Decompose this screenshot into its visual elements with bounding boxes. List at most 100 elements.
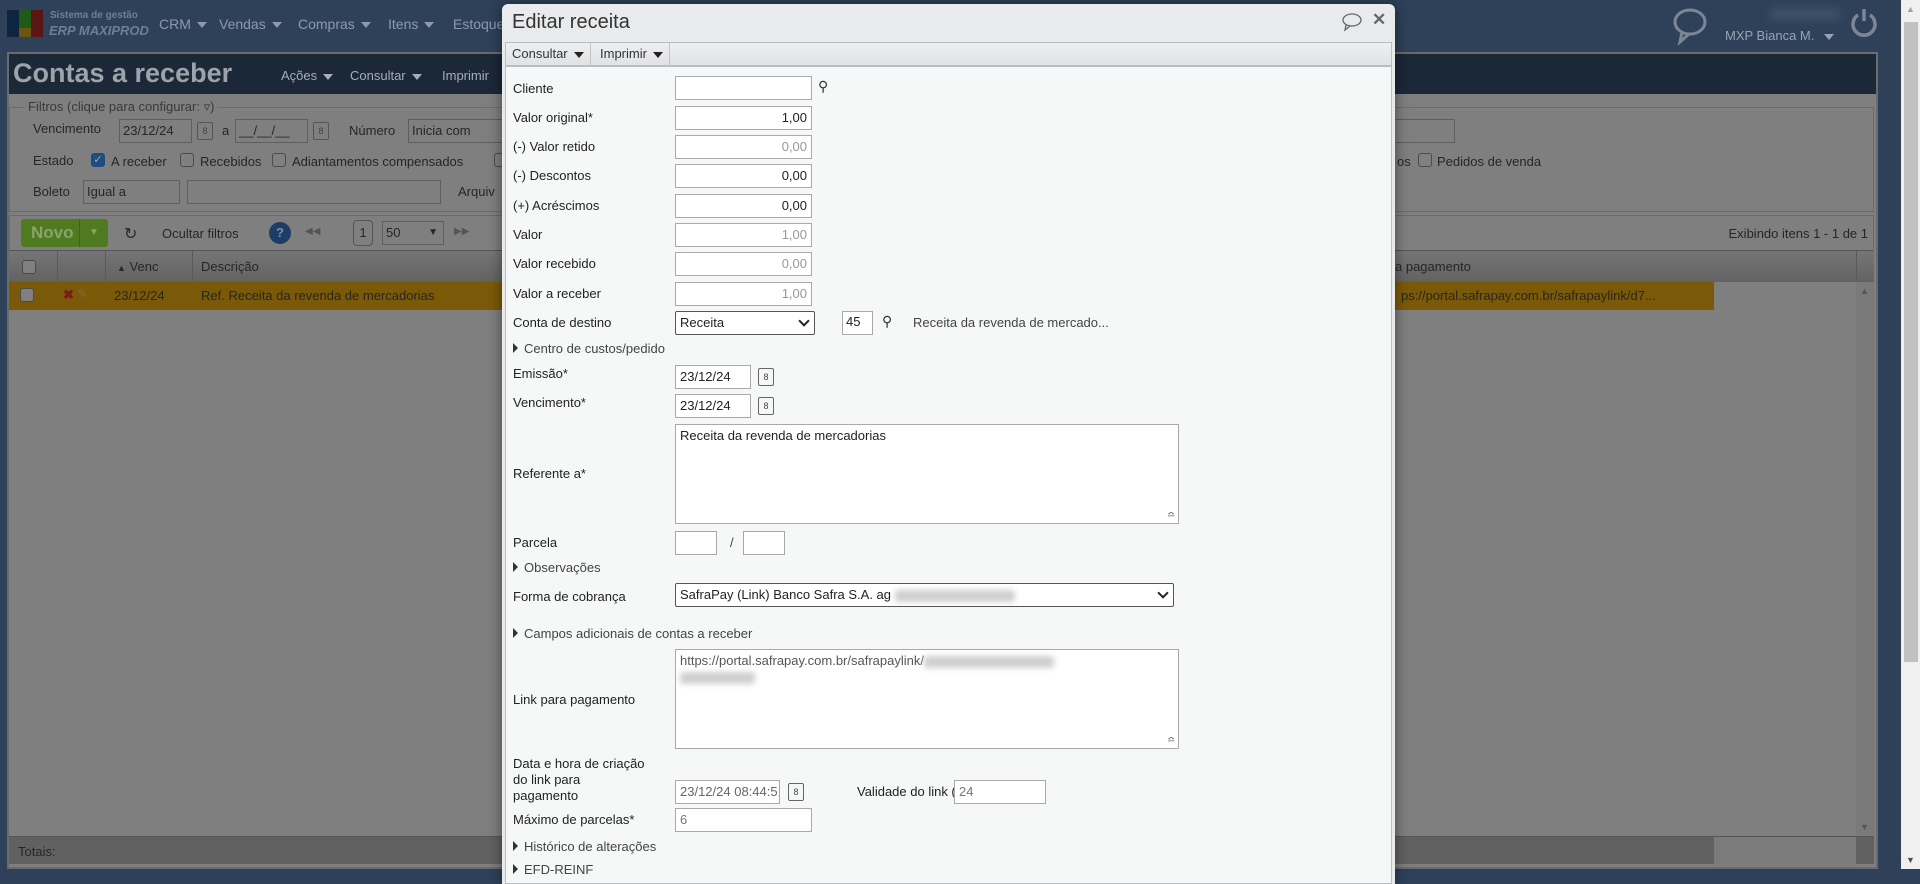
nav-crm[interactable]: CRM xyxy=(159,16,207,32)
valor-retido-input[interactable]: 0,00 xyxy=(675,135,812,159)
conta-codigo-input[interactable]: 45 xyxy=(842,311,873,335)
emissao-input[interactable]: 23/12/24 xyxy=(675,365,751,389)
nav-label: CRM xyxy=(159,16,191,32)
col-divider xyxy=(1856,251,1857,283)
novo-button[interactable]: Novo ▼ xyxy=(21,219,108,247)
parcela-numero-input[interactable] xyxy=(675,531,717,555)
select-value: SafraPay (Link) Banco Safra S.A. ag xyxy=(680,587,891,602)
to-label: a xyxy=(222,123,230,138)
estado-label: Estado xyxy=(33,153,74,168)
page-title: Contas a receber xyxy=(13,58,233,88)
help-icon[interactable]: ? xyxy=(269,222,291,244)
boleto-input[interactable] xyxy=(187,180,441,204)
boleto-operator-select[interactable]: Igual a xyxy=(83,180,180,204)
valor-input[interactable]: 1,00 xyxy=(675,223,812,247)
calendar-icon[interactable]: 8 xyxy=(758,397,774,415)
scroll-up-icon[interactable]: ▲ xyxy=(1906,4,1915,14)
logo-mark xyxy=(19,10,31,28)
nav-label: Estoque xyxy=(453,16,505,32)
search-icon[interactable]: ⚲ xyxy=(882,313,892,330)
centro-custos-section[interactable]: Centro de custos/pedido xyxy=(513,341,665,356)
calendar-icon[interactable]: 8 xyxy=(197,122,213,140)
valor-label: Valor xyxy=(513,227,543,242)
vencimento-input[interactable]: 23/12/24 xyxy=(675,394,751,418)
parcela-total-input[interactable] xyxy=(743,531,785,555)
edit-pencil-icon[interactable]: ✎ xyxy=(77,286,88,302)
vencimento-from-input[interactable]: 23/12/24 xyxy=(119,119,192,143)
checkbox-recebidos[interactable] xyxy=(180,153,194,167)
page-number[interactable]: 1 xyxy=(353,220,373,246)
first-page-icon[interactable]: ◀◀ xyxy=(305,226,320,237)
col-descricao[interactable]: Descrição xyxy=(201,259,259,274)
imprimir-menu[interactable]: Imprimir xyxy=(594,43,670,65)
observacoes-section[interactable]: Observações xyxy=(513,560,601,575)
acrescimos-input[interactable]: 0,00 xyxy=(675,194,812,218)
user-menu[interactable]: MXP Bianca M. xyxy=(1725,28,1835,43)
scroll-up-icon[interactable]: ▲ xyxy=(1860,286,1869,296)
power-icon[interactable] xyxy=(1850,7,1878,37)
valor-recebido-input[interactable]: 0,00 xyxy=(675,252,812,276)
campos-adicionais-section[interactable]: Campos adicionais de contas a receber xyxy=(513,626,752,641)
vencimento-to-input[interactable]: __/__/__ xyxy=(235,119,308,143)
cliente-input[interactable] xyxy=(675,76,812,100)
calendar-icon[interactable]: 8 xyxy=(758,368,774,386)
checkbox-a-receber[interactable]: ✓ xyxy=(91,153,105,167)
conta-destino-select[interactable]: Receita xyxy=(675,311,815,335)
search-icon[interactable]: ⚲ xyxy=(818,78,828,95)
efd-reinf-section[interactable]: EFD-REINF xyxy=(513,862,593,877)
menu-label: Ações xyxy=(281,68,318,83)
col-venc[interactable]: ▲ Venc xyxy=(117,259,158,274)
logo[interactable]: Sistema de gestão ERP MAXIPROD xyxy=(7,10,149,40)
refresh-icon[interactable]: ↻ xyxy=(124,224,137,244)
valor-original-input[interactable]: 1,00 xyxy=(675,106,812,130)
select-all-checkbox[interactable] xyxy=(22,260,36,274)
comment-icon[interactable] xyxy=(1341,12,1363,32)
scrollbar-thumb[interactable] xyxy=(1904,22,1918,662)
checkbox-adiantamentos[interactable] xyxy=(272,153,286,167)
resize-handle-icon[interactable]: ≏ xyxy=(1167,510,1175,521)
delete-icon[interactable]: ✖ xyxy=(63,287,74,303)
scroll-down-icon[interactable]: ▼ xyxy=(1906,855,1915,865)
data-criacao-input[interactable]: 23/12/24 08:44:51 xyxy=(675,780,780,804)
resize-handle-icon[interactable]: ≏ xyxy=(1167,735,1175,746)
filters-legend[interactable]: Filtros (clique para configurar: ▿) xyxy=(25,99,218,115)
novo-dropdown-arrow[interactable]: ▼ xyxy=(79,219,108,247)
numero-filter-input[interactable] xyxy=(1389,119,1455,143)
valor-a-receber-input[interactable]: 1,00 xyxy=(675,282,812,306)
col-link-pagamento[interactable]: a pagamento xyxy=(1395,259,1471,274)
calendar-icon[interactable]: 8 xyxy=(788,783,804,801)
max-parcelas-input[interactable]: 6 xyxy=(675,808,812,832)
consultar-menu[interactable]: Consultar xyxy=(506,43,591,65)
menu-label: Imprimir xyxy=(600,46,647,61)
validade-input[interactable]: 24 xyxy=(954,780,1046,804)
referente-textarea[interactable]: Receita da revenda de mercadorias xyxy=(675,424,1179,524)
ocultar-filtros-button[interactable]: Ocultar filtros xyxy=(162,226,239,241)
scroll-down-icon[interactable]: ▼ xyxy=(1860,822,1869,832)
next-page-icon[interactable]: ▶▶ xyxy=(454,226,469,237)
historico-section[interactable]: Histórico de alterações xyxy=(513,839,656,854)
table-scrollbar[interactable]: ▲ ▼ xyxy=(1856,282,1874,836)
calendar-icon[interactable]: 8 xyxy=(313,122,329,140)
menu-label: Consultar xyxy=(350,68,406,83)
page-scrollbar[interactable]: ▲ ▼ xyxy=(1901,0,1920,869)
nav-estoque[interactable]: Estoque xyxy=(453,16,504,32)
arquivo-label: Arquiv xyxy=(458,184,495,199)
menu-imprimir[interactable]: Imprimir xyxy=(442,68,489,83)
link-pagamento-textarea[interactable]: https://portal.safrapay.com.br/safrapayl… xyxy=(675,649,1179,749)
close-icon[interactable]: ✕ xyxy=(1372,10,1386,30)
menu-consultar[interactable]: Consultar xyxy=(350,68,422,83)
nav-vendas[interactable]: Vendas xyxy=(219,16,282,32)
menu-acoes[interactable]: Ações xyxy=(281,68,334,83)
page-size-select[interactable]: 50 ▼ xyxy=(382,221,444,245)
row-checkbox[interactable] xyxy=(20,288,34,302)
descontos-input[interactable]: 0,00 xyxy=(675,164,812,188)
nav-compras[interactable]: Compras xyxy=(298,16,371,32)
caret-right-icon xyxy=(513,343,518,353)
checkbox-pedidos-venda[interactable] xyxy=(1418,153,1432,167)
cliente-label: Cliente xyxy=(513,81,554,96)
forma-cobranca-select[interactable]: SafraPay (Link) Banco Safra S.A. ag xyxy=(675,583,1174,607)
nav-itens[interactable]: Itens xyxy=(388,16,435,32)
chat-icon[interactable] xyxy=(1672,6,1708,46)
numero-operator-select[interactable]: Inicia com xyxy=(408,119,508,143)
cell-link[interactable]: ps://portal.safrapay.com.br/safrapaylink… xyxy=(1401,288,1656,303)
